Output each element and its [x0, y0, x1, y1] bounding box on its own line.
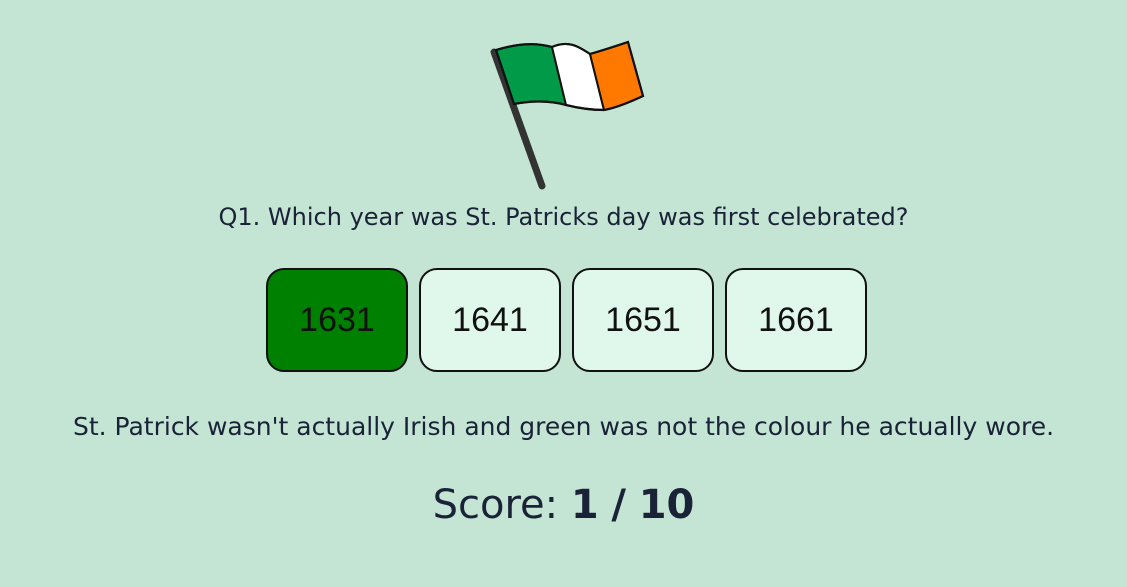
fun-fact-text: St. Patrick wasn't actually Irish and gr…	[72, 412, 1055, 441]
score-current: 1	[570, 482, 599, 528]
irish-flag-icon	[486, 38, 650, 192]
score-display: Score: 1 / 10	[0, 478, 1127, 532]
score-separator: /	[611, 482, 626, 528]
answer-button-1651[interactable]: 1651	[572, 268, 714, 372]
score-total: 10	[638, 482, 695, 528]
question-text: Q1. Which year was St. Patricks day was …	[218, 203, 909, 231]
score-label: Score:	[432, 482, 559, 528]
answer-options: 1631 1641 1651 1661	[266, 268, 870, 376]
answer-button-1631[interactable]: 1631	[266, 268, 408, 372]
answer-button-1641[interactable]: 1641	[419, 268, 561, 372]
answer-button-1661[interactable]: 1661	[725, 268, 867, 372]
